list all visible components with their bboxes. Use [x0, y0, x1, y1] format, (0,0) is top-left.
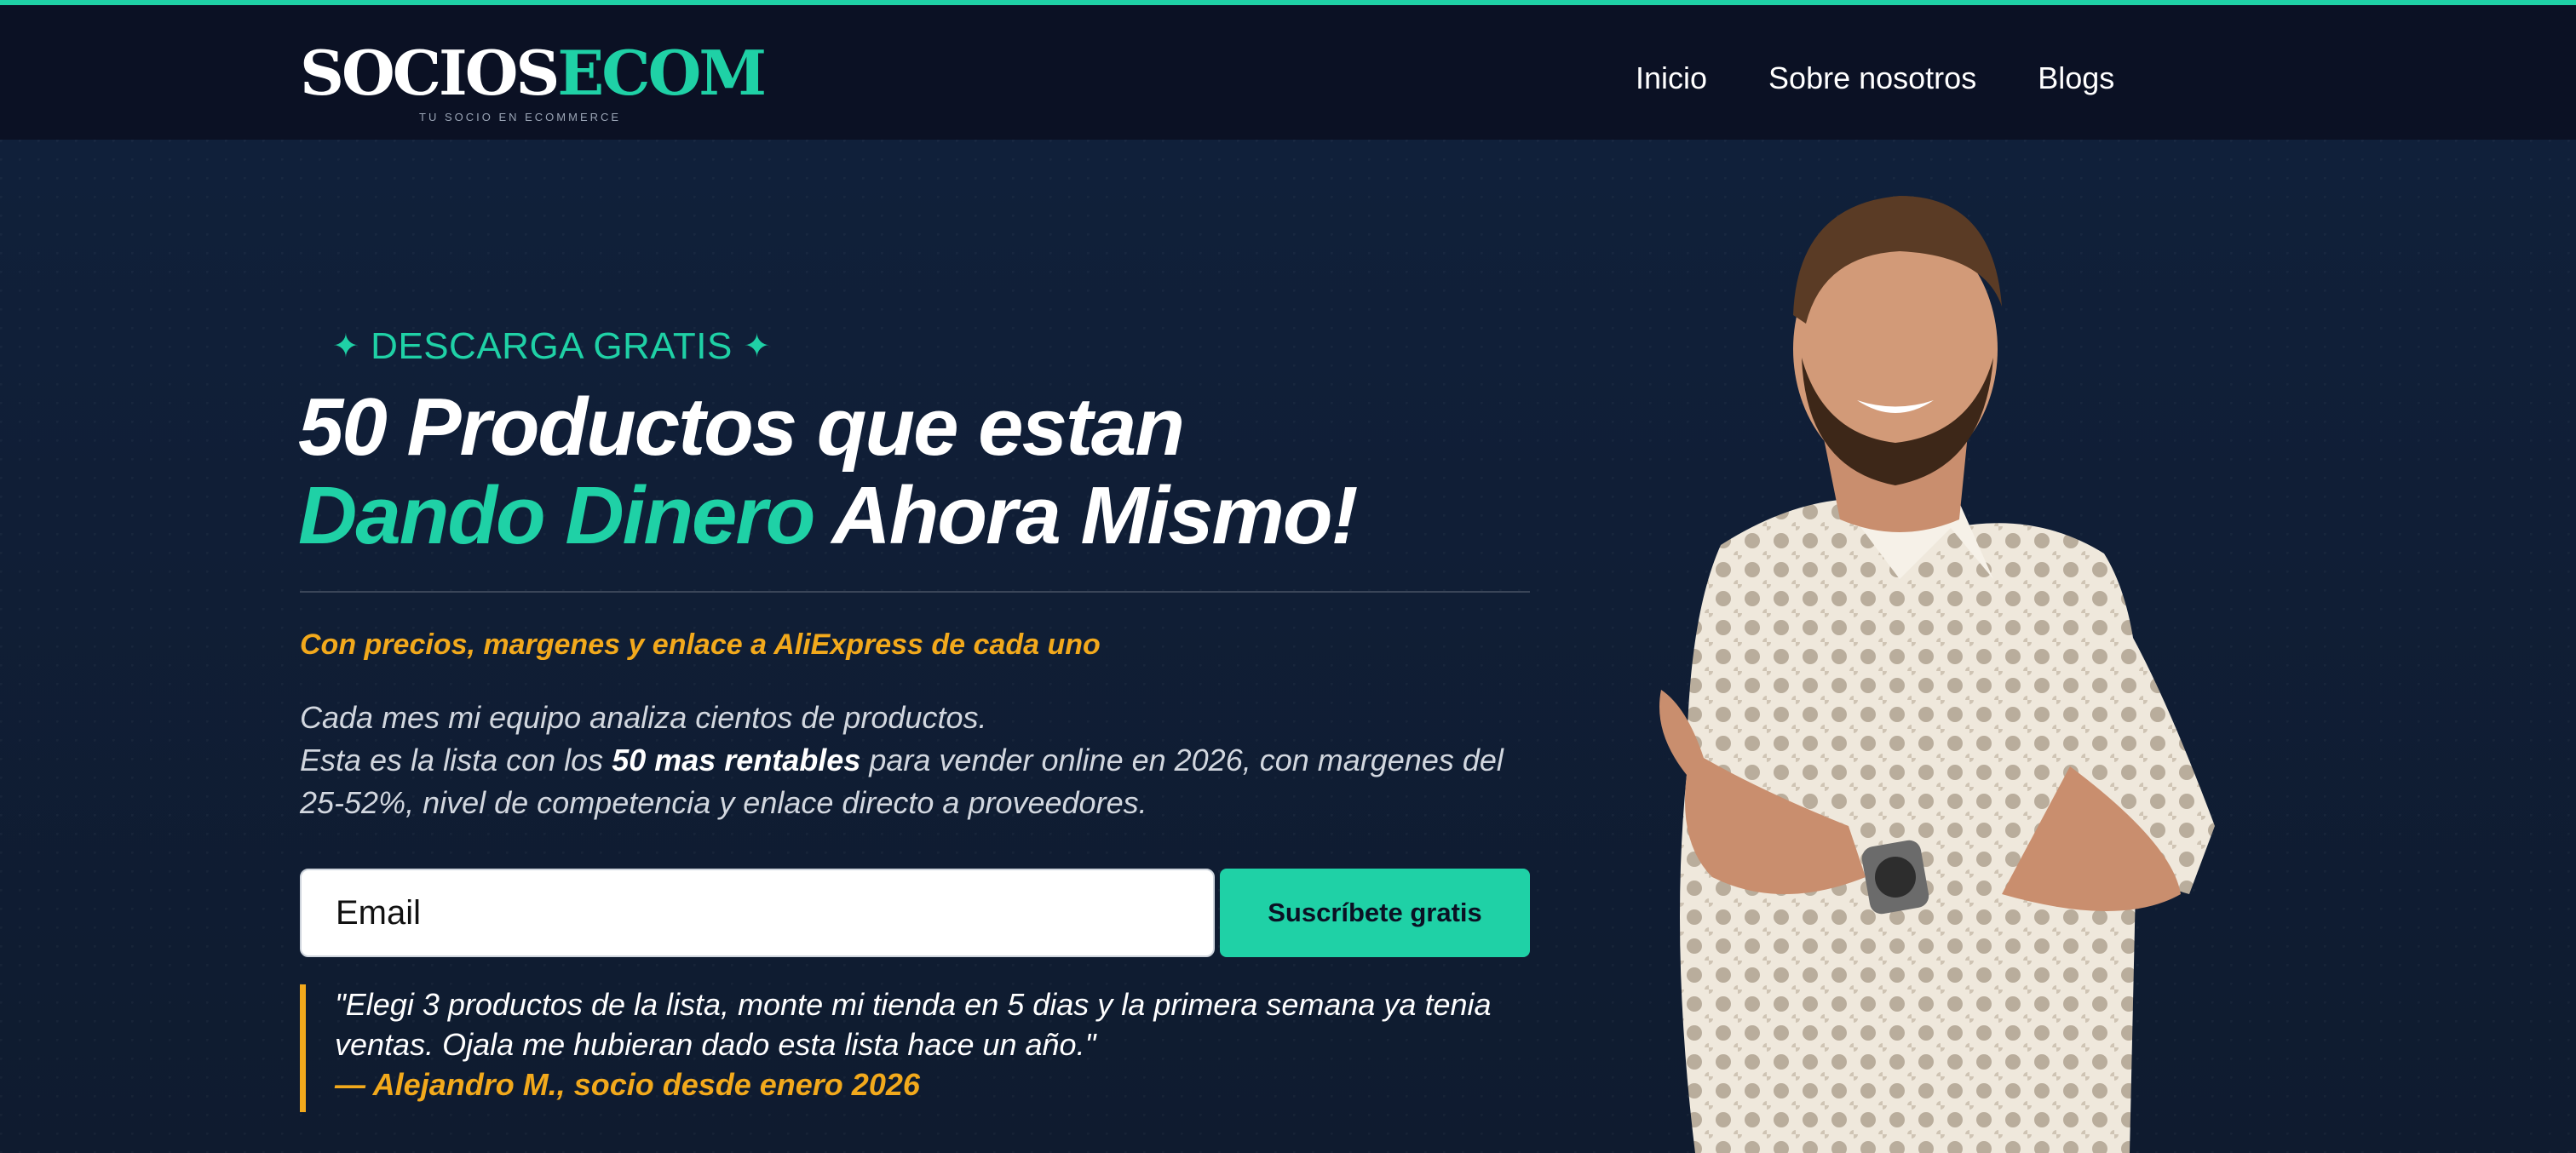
- description-line-1: Cada mes mi equipo analiza cientos de pr…: [300, 700, 987, 735]
- headline-rest: Ahora Mismo!: [831, 470, 1358, 561]
- sparkle-icon: ✦: [332, 329, 360, 364]
- subscribe-button[interactable]: Suscríbete gratis: [1220, 869, 1530, 957]
- hero-description: Cada mes mi equipo analiza cientos de pr…: [300, 697, 1535, 824]
- brand-logo[interactable]: SOCIOSECOM TU SOCIO EN ECOMMERCE: [300, 37, 767, 131]
- testimonial-author: — Alejandro M., socio desde enero 2026: [335, 1067, 920, 1102]
- founder-photo: [1659, 196, 2215, 1153]
- headline-line-1: 50 Productos que estan: [298, 381, 1185, 473]
- testimonial: "Elegi 3 productos de la lista, monte mi…: [300, 984, 1578, 1112]
- site-header: SOCIOSECOM TU SOCIO EN ECOMMERCE Inicio …: [0, 5, 2576, 140]
- headline-line-2: Dando Dinero Ahora Mismo!: [298, 472, 1576, 560]
- nav-item-blogs[interactable]: Blogs: [2038, 54, 2114, 102]
- headline-divider: [300, 591, 1530, 593]
- brand-tagline: TU SOCIO EN ECOMMERCE: [419, 111, 622, 123]
- headline-accent: Dando Dinero: [298, 470, 815, 561]
- hero-subheadline: Con precios, margenes y enlace a AliExpr…: [300, 628, 1101, 661]
- description-bold: 50 mas rentables: [612, 743, 861, 777]
- main-nav: Inicio Sobre nosotros Blogs: [1636, 54, 2176, 102]
- hero-headline: 50 Productos que estan Dando Dinero Ahor…: [298, 383, 1576, 560]
- email-input[interactable]: [300, 869, 1215, 957]
- nav-item-inicio[interactable]: Inicio: [1636, 54, 1707, 102]
- brand-name-accent: ECOM: [557, 37, 767, 109]
- subscribe-form: Suscríbete gratis: [300, 869, 1530, 957]
- brand-name-white: SOCIOS: [300, 37, 560, 109]
- description-pre: Esta es la lista con los: [300, 743, 604, 777]
- sparkle-icon: ✦: [743, 329, 771, 364]
- testimonial-text: "Elegi 3 productos de la lista, monte mi…: [335, 987, 1492, 1062]
- download-badge: ✦ DESCARGA GRATIS ✦: [332, 325, 771, 368]
- brand-wordmark: SOCIOSECOM: [300, 37, 767, 109]
- badge-label: DESCARGA GRATIS: [371, 325, 733, 367]
- nav-item-sobre-nosotros[interactable]: Sobre nosotros: [1768, 54, 1976, 102]
